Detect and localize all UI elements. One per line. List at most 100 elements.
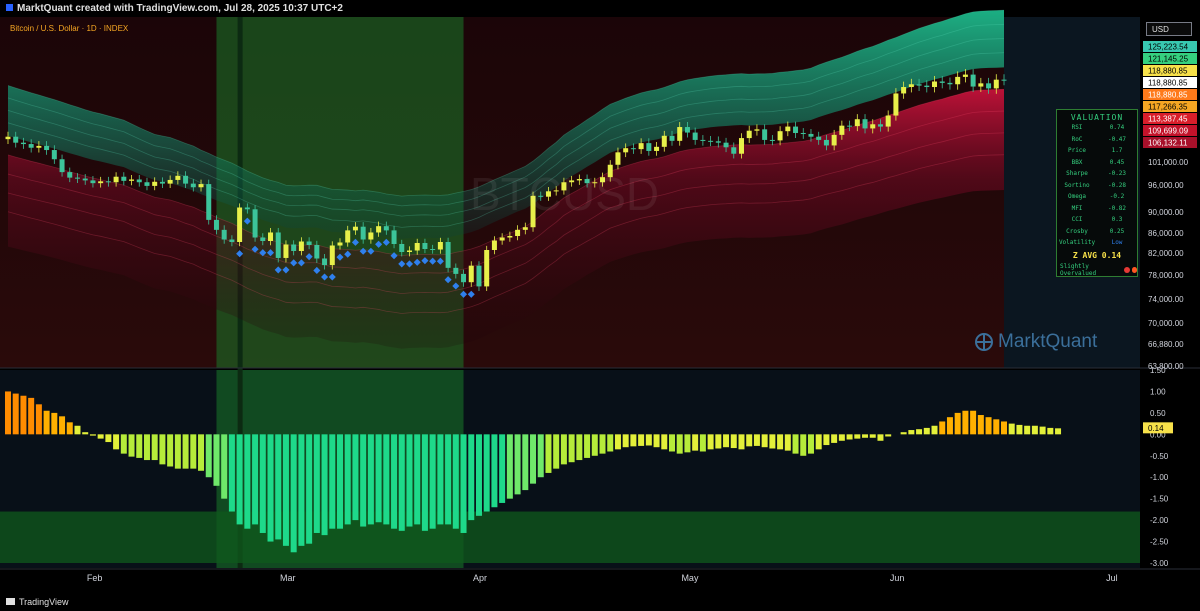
oscillator-bar bbox=[89, 434, 96, 436]
oscillator-bar bbox=[352, 434, 359, 521]
candle-body bbox=[491, 240, 497, 250]
oscillator-bar bbox=[537, 434, 544, 478]
oscillator-bar bbox=[452, 434, 459, 529]
candle-body bbox=[515, 229, 521, 236]
oscillator-bar bbox=[375, 434, 382, 523]
time-axis-label: Feb bbox=[87, 573, 103, 583]
oscillator-bar bbox=[908, 430, 915, 435]
candle-body bbox=[414, 243, 420, 251]
candle-body bbox=[430, 249, 436, 250]
candle-body bbox=[939, 81, 945, 83]
price-tick-label: 82,000.00 bbox=[1148, 249, 1184, 258]
candle-body bbox=[260, 237, 266, 241]
price-tick-label: 70,000.00 bbox=[1148, 319, 1184, 328]
oscillator-bar bbox=[931, 425, 938, 435]
candle-body bbox=[677, 127, 683, 141]
candle-body bbox=[669, 135, 675, 141]
oscillator-bar bbox=[661, 434, 668, 450]
footer: TradingView bbox=[0, 594, 1200, 611]
oscillator-bar bbox=[252, 434, 259, 525]
price-label-value: 121,145.25 bbox=[1148, 55, 1189, 64]
status-dot-icon bbox=[1124, 266, 1130, 273]
oscillator-bar bbox=[290, 434, 297, 553]
candle-body bbox=[113, 176, 119, 183]
candle-body bbox=[986, 83, 992, 89]
time-axis-label: Jun bbox=[890, 573, 905, 583]
price-tick-label: 86,000.00 bbox=[1148, 229, 1184, 238]
candle-body bbox=[723, 142, 729, 148]
oscillator-bar bbox=[66, 422, 73, 435]
candle-body bbox=[298, 241, 304, 251]
oscillator-bar bbox=[715, 434, 722, 449]
valuation-row: Crosby 0.25 bbox=[1057, 226, 1137, 238]
oscillator-bar bbox=[877, 434, 884, 441]
oscillator-bar bbox=[869, 434, 876, 438]
oscillator-bar bbox=[1001, 421, 1007, 435]
candle-body bbox=[376, 226, 382, 233]
candle-body bbox=[28, 144, 34, 148]
valuation-panel: VALUATION RSI 0.74 RoC -0.47 Price 1.7 BBX 0.45… bbox=[1056, 109, 1138, 277]
oscillator-bar bbox=[20, 395, 27, 435]
price-tick-label: 66,880.00 bbox=[1148, 340, 1184, 349]
currency-button[interactable]: USD bbox=[1146, 22, 1192, 36]
candle-body bbox=[190, 183, 196, 188]
price-tick-label: 96,000.00 bbox=[1148, 181, 1184, 190]
price-tick-label: 90,000.00 bbox=[1148, 208, 1184, 217]
candle-body bbox=[144, 182, 150, 186]
valuation-status: Slightly Overvalued bbox=[1057, 263, 1138, 277]
price-label-value: 118,880.85 bbox=[1148, 91, 1188, 100]
valuation-metric-value: -0.82 bbox=[1107, 204, 1127, 212]
candle-body bbox=[908, 84, 914, 88]
oscillator-bar bbox=[329, 434, 336, 529]
oscillator-bar bbox=[51, 412, 58, 435]
candle-body bbox=[800, 133, 806, 135]
oscillator-bar bbox=[174, 434, 181, 469]
oscillator-bar bbox=[167, 434, 174, 467]
oscillator-bar bbox=[946, 417, 953, 435]
price-tick-label: 78,000.00 bbox=[1148, 271, 1184, 280]
oscillator-bar bbox=[213, 434, 220, 486]
oscillator-bar bbox=[939, 421, 946, 435]
oscillator-tick-label: 1.50 bbox=[1150, 366, 1166, 375]
oscillator-bar bbox=[182, 434, 189, 469]
candle-body bbox=[1001, 79, 1007, 81]
candle-body bbox=[175, 175, 181, 180]
oscillator-tick-label: -2.00 bbox=[1150, 516, 1169, 525]
valuation-metric-name: Crosby bbox=[1066, 227, 1088, 235]
price-label-value: 113,387.45 bbox=[1148, 115, 1188, 124]
candle-body bbox=[399, 244, 405, 252]
oscillator-bar bbox=[1047, 427, 1054, 435]
candle-body bbox=[507, 236, 513, 238]
oscillator-bar bbox=[568, 434, 575, 463]
oscillator-bar bbox=[885, 434, 892, 437]
oscillator-bar bbox=[900, 432, 907, 435]
candle-body bbox=[684, 127, 690, 133]
candle-body bbox=[731, 147, 737, 154]
oscillator-bar bbox=[993, 419, 1000, 435]
candle-body bbox=[862, 119, 868, 129]
candle-body bbox=[453, 267, 459, 274]
candle-body bbox=[252, 209, 258, 238]
brand-logo: MarktQuant bbox=[975, 331, 1097, 353]
candle-body bbox=[437, 242, 443, 250]
candle-body bbox=[152, 181, 158, 186]
valuation-metric-value: -0.23 bbox=[1107, 170, 1127, 177]
symbol-watermark: BTCUSD bbox=[470, 168, 659, 220]
oscillator-bar bbox=[1016, 424, 1023, 435]
oscillator-bar bbox=[398, 434, 405, 531]
oscillator-bar bbox=[298, 434, 305, 546]
oscillator-bar bbox=[143, 434, 150, 461]
candle-body bbox=[422, 243, 428, 249]
candle-body bbox=[746, 130, 752, 139]
oscillator-bar bbox=[970, 410, 977, 435]
price-label-value: 106,132.11 bbox=[1148, 139, 1188, 148]
chart-svg[interactable]: 101,000.00 96,000.00 90,000.00 86,000.00 82,… bbox=[0, 0, 1200, 611]
valuation-metric-name: Price bbox=[1067, 147, 1087, 154]
oscillator-bar bbox=[692, 434, 699, 451]
oscillator-bar bbox=[985, 417, 992, 435]
oscillator-bar bbox=[244, 434, 251, 529]
valuation-metric-name: Volatility bbox=[1058, 239, 1096, 246]
candle-body bbox=[932, 81, 938, 88]
candle-body bbox=[20, 142, 26, 145]
candle-body bbox=[630, 148, 636, 150]
